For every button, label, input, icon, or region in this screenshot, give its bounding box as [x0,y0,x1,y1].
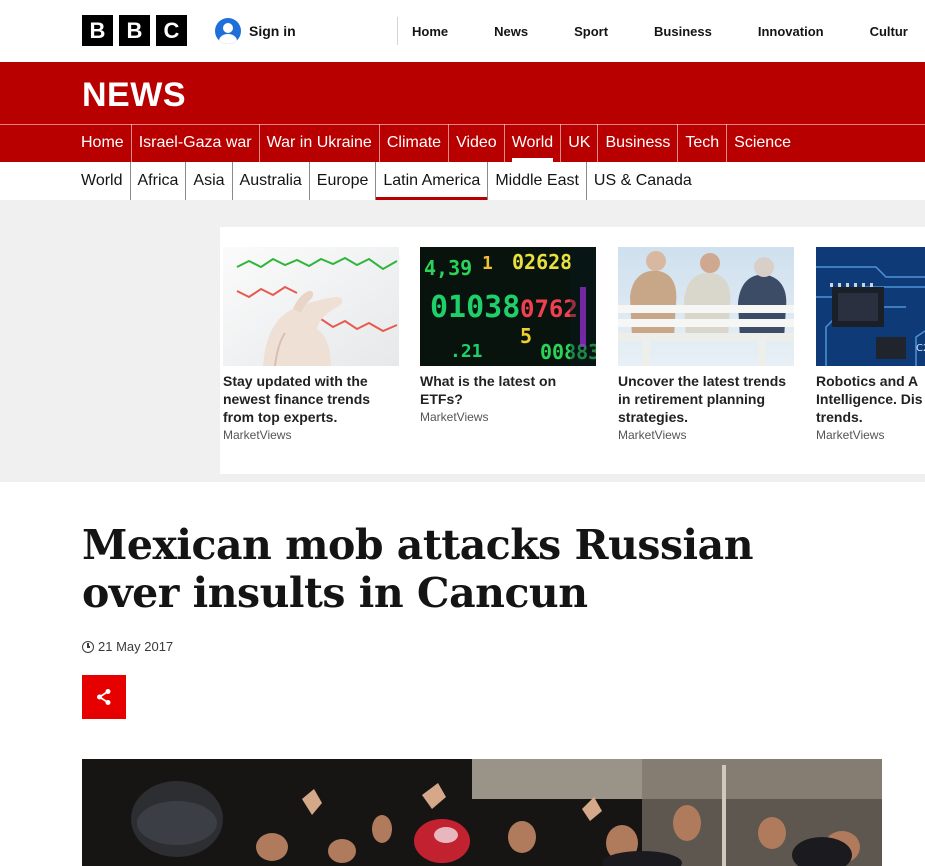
secondary-nav-label: Australia [239,172,302,189]
topnav-innovation[interactable]: Innovation [744,24,824,39]
secondary-nav-label: Europe [316,172,369,189]
news-header: NEWS Home Israel-Gaza war War in Ukraine… [0,62,925,162]
svg-text:C22: C22 [916,343,925,354]
sponsored-card[interactable]: 4,39 1 02628 01038 0762 5 00883 .21 What… [420,247,596,424]
svg-text:.21: .21 [450,341,483,362]
topnav-business[interactable]: Business [640,24,712,39]
user-avatar-icon [215,18,241,44]
elderly-men-on-bench-image [618,247,794,366]
news-brand[interactable]: NEWS [82,76,186,115]
clock-icon [82,640,94,653]
svg-text:01038: 01038 [430,290,520,325]
sponsored-card-source: MarketViews [816,428,885,442]
article-date: 21 May 2017 [98,639,174,654]
primary-nav-label: Tech [685,134,720,151]
secondary-nav-world[interactable]: World [81,162,130,200]
bbc-masthead: B B C Sign in Home News Sport Business I… [0,0,925,62]
primary-nav-israel-gaza-war[interactable]: Israel-Gaza war [130,124,259,162]
primary-nav-label: UK [568,134,591,151]
sponsored-card[interactable]: Stay updated with the newest finance tre… [223,247,399,442]
sponsored-card-title: What is the latest on ETFs? [420,373,557,407]
bbc-logo[interactable]: B B C [82,15,187,46]
sponsored-card[interactable]: Uncover the latest trends in retirement … [618,247,794,442]
secondary-nav-us-canada[interactable]: US & Canada [585,162,699,200]
sponsored-card-title: Uncover the latest trends in retirement … [618,373,787,425]
article-headline: Mexican mob attacks Russian over insults… [82,521,754,617]
secondary-nav-label: Africa [137,172,179,189]
primary-nav-label: World [511,134,554,151]
svg-text:02628: 02628 [512,250,572,274]
primary-nav-label: Home [81,134,124,151]
secondary-nav-label: Middle East [495,172,579,189]
sign-in-label: Sign in [249,23,296,39]
primary-nav-video[interactable]: Video [448,124,504,162]
finance-chart-hand-image [223,247,399,366]
bbc-logo-letter: B [82,15,113,46]
share-button[interactable] [82,675,126,719]
primary-nav-tech[interactable]: Tech [677,124,726,162]
stock-ticker-board-image: 4,39 1 02628 01038 0762 5 00883 .21 [420,247,596,366]
sponsored-card-title: Stay updated with the newest finance tre… [223,373,371,425]
bbc-logo-letter: C [156,15,187,46]
primary-nav-world[interactable]: World [503,124,561,162]
secondary-nav-label: Asia [193,172,225,189]
sponsored-card-source: MarketViews [223,428,292,442]
bbc-logo-letter: B [119,15,150,46]
topnav-news[interactable]: News [480,24,528,39]
primary-nav-label: Video [456,134,497,151]
primary-nav-label: Science [734,134,792,151]
secondary-nav-africa[interactable]: Africa [129,162,186,200]
primary-nav-business[interactable]: Business [597,124,677,162]
topnav-home[interactable]: Home [398,24,448,39]
primary-nav-label: Business [605,134,671,151]
primary-nav-climate[interactable]: Climate [378,124,448,162]
primary-nav-war-in-ukraine[interactable]: War in Ukraine [258,124,379,162]
news-primary-nav: Home Israel-Gaza war War in Ukraine Clim… [81,124,798,162]
svg-text:4,39: 4,39 [424,256,472,280]
sponsored-cards: Stay updated with the newest finance tre… [220,227,925,474]
share-icon [97,689,111,705]
primary-nav-label: War in Ukraine [266,134,372,151]
topnav-culture[interactable]: Cultur [856,24,908,39]
article-dateline: 21 May 2017 [82,639,173,654]
primary-nav-label: Climate [386,134,442,151]
svg-text:0762: 0762 [520,295,578,323]
primary-nav-home[interactable]: Home [81,124,131,162]
primary-nav-science[interactable]: Science [726,124,798,162]
article-hero-image [82,759,882,866]
circuit-board-image: C22 [816,247,925,366]
top-navigation: Home News Sport Business Innovation Cult… [397,17,925,45]
sign-in-button[interactable]: Sign in [215,18,296,44]
sponsored-card[interactable]: C22 Robotics and A Intelligence. Dis the… [816,247,925,442]
secondary-nav-europe[interactable]: Europe [308,162,376,200]
secondary-nav-label: US & Canada [593,172,692,189]
svg-text:1: 1 [482,253,493,274]
secondary-nav-label: World [81,172,123,189]
secondary-nav-australia[interactable]: Australia [231,162,309,200]
sponsored-card-title: Robotics and A Intelligence. Dis the tre… [816,373,925,425]
secondary-nav-label: Latin America [383,172,481,189]
svg-text:5: 5 [520,324,532,348]
primary-nav-label: Israel-Gaza war [138,134,252,151]
sponsored-card-source: MarketViews [420,410,489,424]
world-secondary-nav: World Africa Asia Australia Europe Latin… [81,162,699,200]
secondary-nav-asia[interactable]: Asia [185,162,231,200]
sponsored-card-source: MarketViews [618,428,687,442]
secondary-nav-middle-east[interactable]: Middle East [487,162,586,200]
advertisement-band: Stay updated with the newest finance tre… [0,200,925,482]
topnav-sport[interactable]: Sport [560,24,608,39]
primary-nav-uk[interactable]: UK [560,124,597,162]
secondary-nav-latin-america[interactable]: Latin America [375,162,488,200]
